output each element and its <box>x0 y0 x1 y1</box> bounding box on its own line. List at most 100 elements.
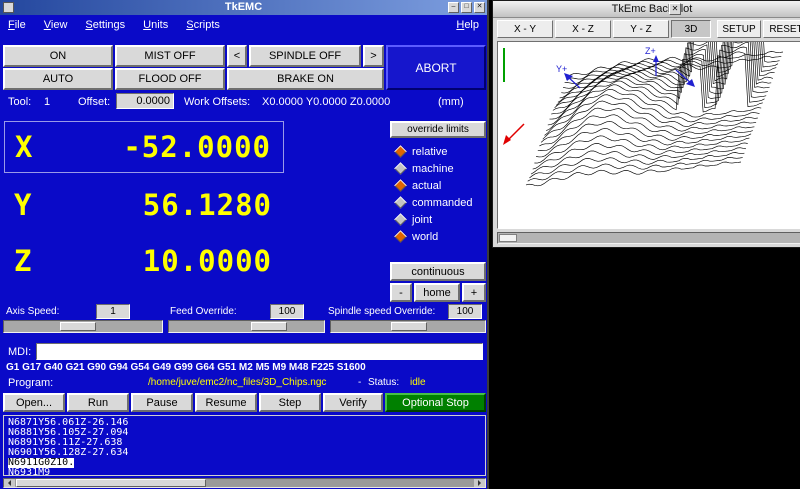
menu-units[interactable]: Units <box>143 19 168 31</box>
brake-button[interactable]: BRAKE ON <box>227 68 384 90</box>
open-button[interactable]: Open... <box>3 393 65 412</box>
program-status-value: idle <box>410 377 426 388</box>
spindle-override-label: Spindle speed Override: <box>328 306 435 317</box>
tkemc-titlebar[interactable]: TkEMC – □ ✕ <box>0 0 487 15</box>
view-xy-button[interactable]: X - Y <box>497 20 553 38</box>
z-axis-arrowhead-icon <box>653 55 659 62</box>
program-status-label: Status: <box>368 377 399 388</box>
active-gcodes: G1 G17 G40 G21 G90 G94 G54 G49 G99 G64 G… <box>6 362 366 373</box>
backplot-close-icon[interactable]: ✕ <box>669 3 681 15</box>
reset-button[interactable]: RESET <box>763 20 800 38</box>
feed-override-slider[interactable] <box>168 320 325 333</box>
radio-indicator-icon <box>394 230 407 243</box>
spindle-button[interactable]: SPINDLE OFF <box>249 45 361 67</box>
tool-label: Tool: <box>8 96 31 108</box>
program-path: /home/juve/emc2/nc_files/3D_Chips.ngc <box>148 377 326 388</box>
x-axis-arrow <box>507 124 524 141</box>
work-offsets-value: X0.0000 Y0.0000 Z0.0000 <box>262 96 390 108</box>
tkemc-window: TkEMC – □ ✕ File View Settings Units Scr… <box>0 0 489 489</box>
jog-plus-button[interactable]: + <box>462 283 486 302</box>
backplot-horizontal-scrollbar[interactable] <box>497 232 800 244</box>
feed-override-value[interactable]: 100 <box>270 304 304 319</box>
y-axis-label: Y+ <box>556 64 567 74</box>
view-3d-button[interactable]: 3D <box>671 20 711 38</box>
axis-speed-label: Axis Speed: <box>6 306 59 317</box>
work-offsets-label: Work Offsets: <box>184 96 250 108</box>
dro-z-row[interactable]: Z 10.0000 <box>4 236 284 286</box>
spindle-increase-button[interactable]: > <box>363 45 384 67</box>
verify-button[interactable]: Verify <box>323 393 383 412</box>
menu-view[interactable]: View <box>44 19 68 31</box>
scrollbar-thumb[interactable] <box>16 479 206 487</box>
home-button[interactable]: home <box>414 283 460 302</box>
spindle-override-slider[interactable] <box>330 320 486 333</box>
program-line: N6931M9 <box>8 468 481 476</box>
view-xz-button[interactable]: X - Z <box>555 20 611 38</box>
scroll-right-icon[interactable] <box>474 479 485 487</box>
radio-world[interactable]: world <box>396 228 438 245</box>
dro-y-row[interactable]: Y 56.1280 <box>4 180 284 230</box>
offset-entry[interactable]: 0.0000 <box>116 93 174 109</box>
program-listing[interactable]: N6871Y56.061Z-26.146 N6881Y56.105Z-27.09… <box>3 415 486 476</box>
spindle-override-slider-thumb[interactable] <box>391 322 427 331</box>
z-axis-label: Z+ <box>645 46 656 56</box>
radio-indicator-icon <box>394 213 407 226</box>
program-line: N6901Y56.128Z-27.634 <box>8 448 481 458</box>
minimize-icon[interactable]: – <box>448 2 459 13</box>
menu-file[interactable]: File <box>8 19 26 31</box>
flood-button[interactable]: FLOOD OFF <box>115 68 225 90</box>
backplot-canvas[interactable]: Z+ Y+ <box>497 41 800 229</box>
menu-settings[interactable]: Settings <box>85 19 125 31</box>
axis-speed-slider[interactable] <box>3 320 163 333</box>
dro-z-value: 10.0000 <box>143 244 272 278</box>
axis-speed-slider-thumb[interactable] <box>60 322 96 331</box>
dro-y-letter: Y <box>14 188 31 222</box>
maximize-icon[interactable]: □ <box>461 2 472 13</box>
units-label: (mm) <box>438 96 464 108</box>
view-yz-button[interactable]: Y - Z <box>613 20 669 38</box>
mist-button[interactable]: MIST OFF <box>115 45 225 67</box>
x-axis-arrowhead-icon <box>503 135 511 145</box>
program-label: Program: <box>8 377 53 389</box>
override-limits-button[interactable]: override limits <box>390 121 486 138</box>
radio-relative[interactable]: relative <box>396 143 447 160</box>
spindle-override-value[interactable]: 100 <box>448 304 482 319</box>
feed-override-slider-thumb[interactable] <box>251 322 287 331</box>
menu-help[interactable]: Help <box>456 19 479 31</box>
mdi-label: MDI: <box>8 346 31 358</box>
radio-machine[interactable]: machine <box>396 160 454 177</box>
axis-speed-value[interactable]: 1 <box>96 304 130 319</box>
dro-z-letter: Z <box>14 244 31 278</box>
radio-indicator-icon <box>394 145 407 158</box>
optional-stop-button[interactable]: Optional Stop <box>385 393 486 412</box>
pause-button[interactable]: Pause <box>131 393 193 412</box>
radio-indicator-icon <box>394 162 407 175</box>
mdi-input[interactable] <box>36 343 483 360</box>
radio-actual[interactable]: actual <box>396 177 441 194</box>
backplot-scrollbar-thumb[interactable] <box>499 234 517 242</box>
dro-x-value: -52.0000 <box>123 130 271 164</box>
backplot-3d-plot: Z+ Y+ <box>498 42 800 229</box>
spindle-decrease-button[interactable]: < <box>227 45 247 67</box>
jog-minus-button[interactable]: - <box>390 283 412 302</box>
radio-joint[interactable]: joint <box>396 211 432 228</box>
menu-scripts[interactable]: Scripts <box>186 19 220 31</box>
step-button[interactable]: Step <box>259 393 321 412</box>
program-horizontal-scrollbar[interactable] <box>3 478 486 488</box>
abort-button[interactable]: ABORT <box>386 45 486 90</box>
dro-y-value: 56.1280 <box>143 188 272 222</box>
close-icon[interactable]: ✕ <box>474 2 485 13</box>
setup-button[interactable]: SETUP <box>717 20 761 38</box>
jog-mode-button[interactable]: continuous <box>390 262 486 281</box>
mode-auto-button[interactable]: AUTO <box>3 68 113 90</box>
resume-button[interactable]: Resume <box>195 393 257 412</box>
dro-x-row[interactable]: X -52.0000 <box>4 121 284 173</box>
scroll-left-icon[interactable] <box>4 479 15 487</box>
backplot-window: TkEmc BackPlot ✕ X - Y X - Z Y - Z 3D SE… <box>492 0 800 248</box>
offset-label: Offset: <box>78 96 110 108</box>
menubar: File View Settings Units Scripts Help <box>0 15 487 35</box>
backplot-titlebar[interactable]: TkEmc BackPlot ✕ <box>493 1 800 18</box>
run-button[interactable]: Run <box>67 393 129 412</box>
radio-commanded[interactable]: commanded <box>396 194 473 211</box>
machine-on-button[interactable]: ON <box>3 45 113 67</box>
